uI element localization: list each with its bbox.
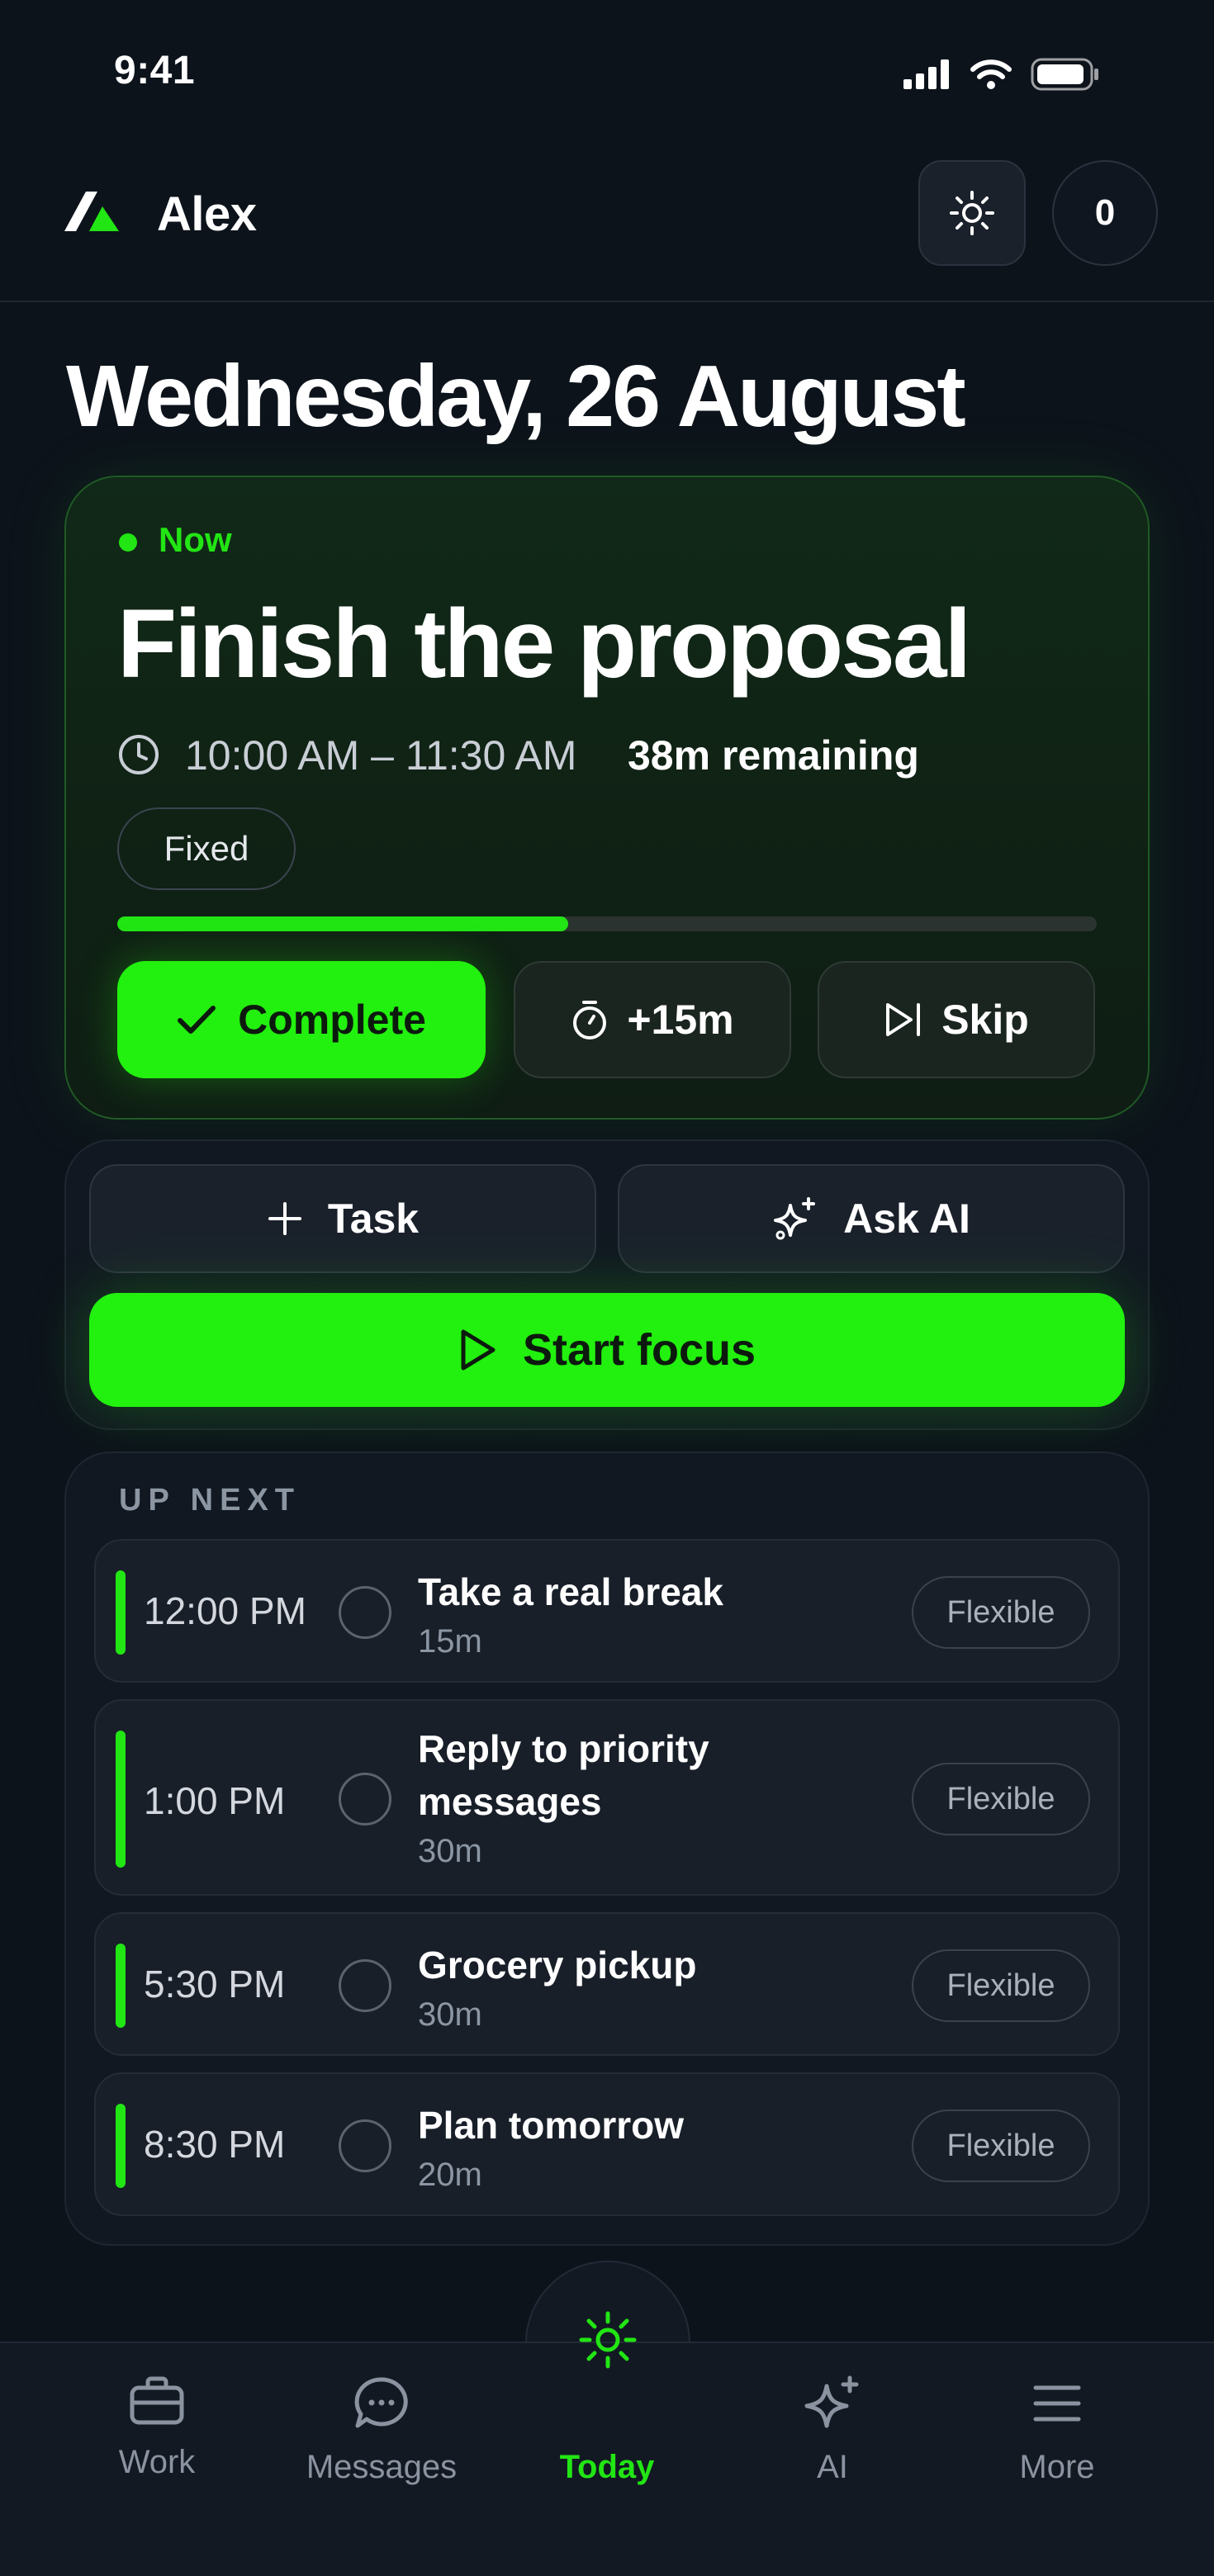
current-task-title: Finish the proposal: [117, 590, 971, 698]
item-title: Take a real break: [418, 1570, 723, 1613]
nav-ai-label: AI: [817, 2449, 848, 2485]
stopwatch-icon: [573, 1001, 607, 1039]
status-time: 9:41: [114, 49, 196, 92]
item-checkbox[interactable]: [339, 1773, 391, 1825]
task-progress-fill: [117, 916, 568, 931]
item-time: 12:00 PM: [144, 1589, 306, 1632]
ask-ai-button[interactable]: Ask AI: [618, 1164, 1125, 1273]
item-duration: 20m: [418, 2157, 482, 2193]
battery-icon: [1031, 58, 1098, 91]
up-next-heading: UP NEXT: [119, 1483, 301, 1518]
item-flexibility-badge: Flexible: [912, 1949, 1090, 2022]
start-focus-button[interactable]: Start focus: [89, 1293, 1125, 1407]
complete-button[interactable]: Complete: [117, 961, 486, 1078]
nav-messages[interactable]: Messages: [291, 2375, 472, 2486]
plus-icon: [268, 1202, 301, 1235]
now-indicator-dot: [119, 533, 137, 552]
up-next-item[interactable]: 1:00 PM Reply to priority messages 30m F…: [94, 1699, 1120, 1896]
today-sun-icon[interactable]: [575, 2307, 641, 2377]
item-time: 8:30 PM: [144, 2123, 286, 2166]
skip-button-label: Skip: [941, 997, 1029, 1043]
page-title: Wednesday, 26 August: [66, 348, 966, 445]
nav-messages-label: Messages: [306, 2449, 458, 2485]
clock-icon: [117, 733, 160, 780]
item-accent-bar: [116, 1570, 126, 1655]
theme-toggle-button[interactable]: [918, 160, 1026, 266]
nav-today-label: Today: [559, 2449, 655, 2485]
ask-ai-label: Ask AI: [843, 1196, 970, 1242]
complete-button-label: Complete: [238, 997, 426, 1043]
item-duration: 15m: [418, 1623, 482, 1660]
item-duration: 30m: [418, 1996, 482, 2033]
up-next-item[interactable]: 12:00 PM Take a real break 15m Flexible: [94, 1539, 1120, 1683]
nav-more[interactable]: More: [966, 2375, 1148, 2486]
chat-bubble-icon: [354, 2377, 408, 2428]
menu-icon: [1033, 2385, 1081, 2422]
extend-time-button[interactable]: +15m: [514, 961, 791, 1078]
notification-count-button[interactable]: 0: [1052, 160, 1158, 266]
item-title: Reply to priority messages: [418, 1727, 709, 1823]
task-time-range: 10:00 AM – 11:30 AM: [185, 732, 577, 779]
now-label: Now: [159, 520, 232, 559]
task-type-badge: Fixed: [117, 807, 296, 890]
start-focus-label: Start focus: [522, 1325, 756, 1375]
sparkle-icon: [804, 2375, 859, 2428]
up-next-item[interactable]: 5:30 PM Grocery pickup 30m Flexible: [94, 1912, 1120, 2056]
item-title: Grocery pickup: [418, 1944, 697, 1986]
nav-work-label: Work: [118, 2444, 196, 2480]
item-checkbox[interactable]: [339, 2119, 391, 2172]
user-name: Alex: [157, 187, 257, 241]
nav-ai[interactable]: AI: [742, 2375, 923, 2486]
sun-icon: [950, 191, 994, 235]
item-time: 5:30 PM: [144, 1963, 286, 2005]
nav-work[interactable]: Work: [66, 2375, 248, 2481]
sparkle-icon: [774, 1197, 816, 1240]
item-checkbox[interactable]: [339, 1959, 391, 2012]
briefcase-icon: [130, 2376, 184, 2425]
item-flexibility-badge: Flexible: [912, 2110, 1090, 2182]
task-progress-bar: [117, 916, 1097, 931]
item-duration: 30m: [418, 1833, 482, 1869]
checkmark-icon: [178, 1006, 216, 1034]
skip-forward-icon: [886, 1003, 921, 1036]
extend-time-label: +15m: [627, 997, 734, 1043]
app-logo-icon: [64, 192, 122, 235]
item-accent-bar: [116, 1944, 126, 2028]
up-next-item[interactable]: 8:30 PM Plan tomorrow 20m Flexible: [94, 2072, 1120, 2216]
header-divider: [0, 301, 1214, 302]
status-icons: [903, 58, 1100, 91]
wifi-icon: [970, 59, 1012, 89]
item-title: Plan tomorrow: [418, 2104, 685, 2147]
nav-today[interactable]: Today: [516, 2375, 698, 2486]
item-accent-bar: [116, 1731, 126, 1868]
signal-icon: [903, 59, 949, 89]
item-time: 1:00 PM: [144, 1779, 286, 1822]
item-flexibility-badge: Flexible: [912, 1576, 1090, 1649]
play-icon: [461, 1329, 496, 1371]
nav-more-label: More: [1019, 2449, 1095, 2485]
time-remaining: 38m remaining: [628, 732, 919, 779]
item-checkbox[interactable]: [339, 1586, 391, 1639]
add-task-button[interactable]: Task: [89, 1164, 596, 1273]
skip-button[interactable]: Skip: [818, 961, 1095, 1078]
add-task-label: Task: [327, 1196, 420, 1242]
item-accent-bar: [116, 2104, 126, 2188]
item-flexibility-badge: Flexible: [912, 1763, 1090, 1835]
